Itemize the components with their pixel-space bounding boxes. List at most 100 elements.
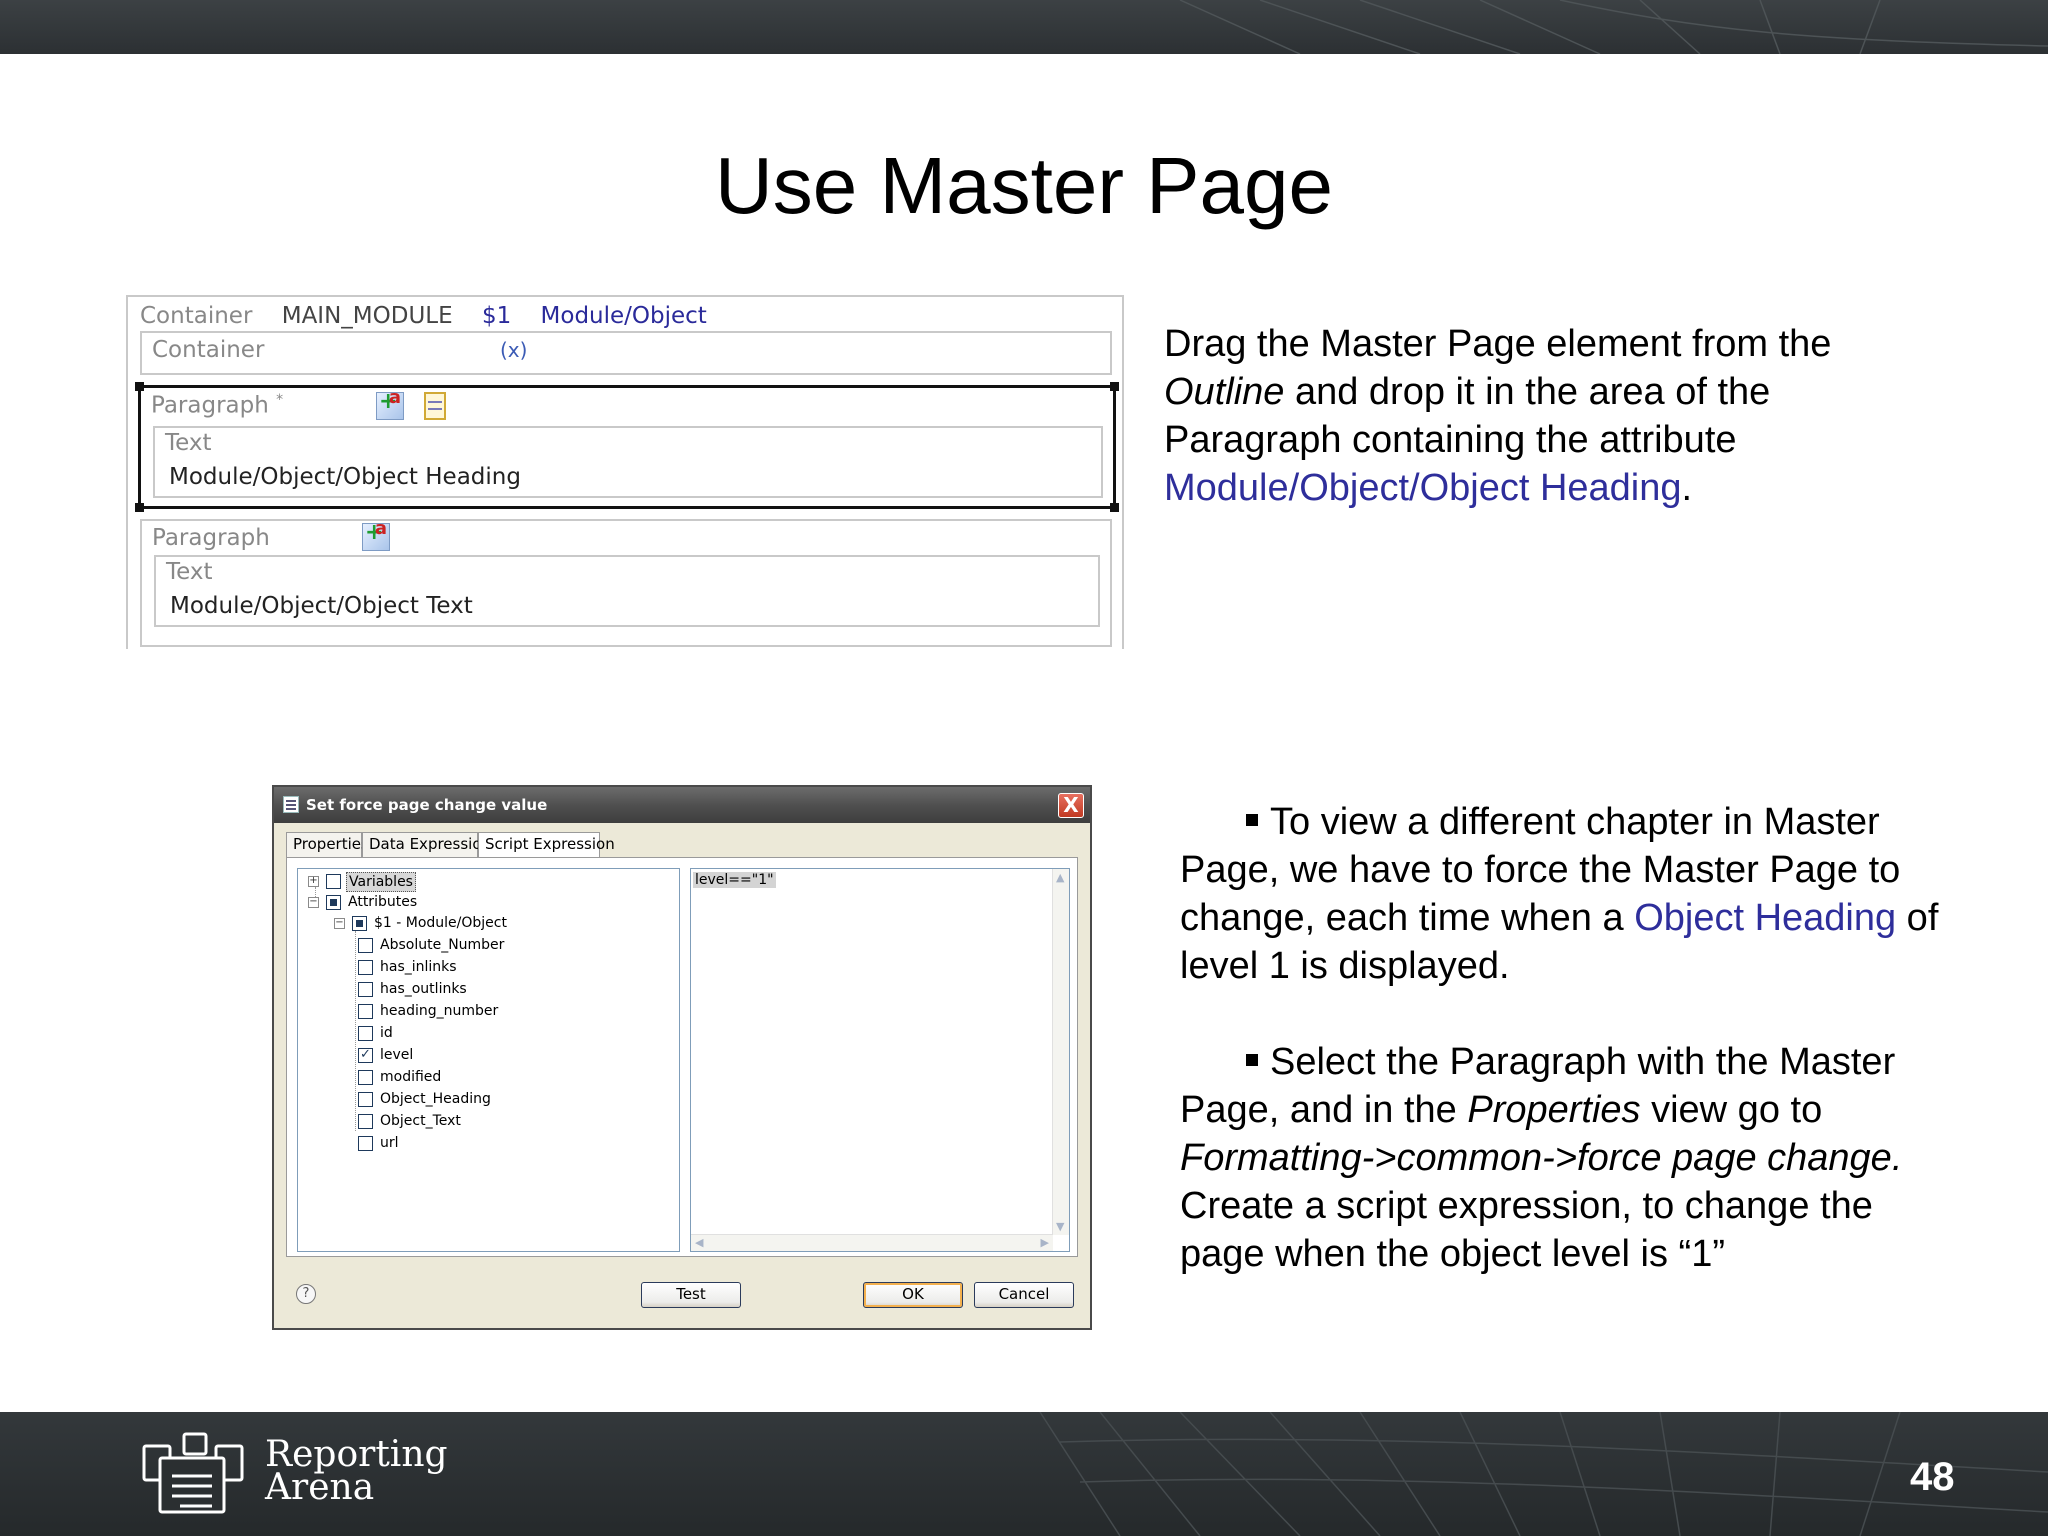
scroll-down-icon[interactable]: ▼ xyxy=(1056,1220,1064,1233)
attribute-reference: Module/Object/Object Heading xyxy=(1164,467,1682,509)
tree-label: Object_Text xyxy=(380,1113,461,1129)
slide-title: Use Master Page xyxy=(714,141,1334,230)
tree-label: Variables xyxy=(346,872,416,892)
tab-script-expression[interactable]: Script Expression xyxy=(478,832,615,859)
tree-label: heading_number xyxy=(380,1003,499,1019)
text-element-heading[interactable]: Text Module/Object/Object Heading xyxy=(153,426,1103,498)
resize-handle[interactable] xyxy=(135,382,144,391)
container-name: MAIN_MODULE xyxy=(281,303,453,329)
paragraph-heading-selected[interactable]: Paragraph * Text Module/Object/Object He… xyxy=(135,382,1119,512)
field-checkbox[interactable] xyxy=(358,1092,373,1107)
container-source: Module/Object xyxy=(540,303,707,329)
text-element-object-text[interactable]: Text Module/Object/Object Text xyxy=(154,555,1100,627)
tree-label: url xyxy=(380,1135,399,1151)
script-expression-panel: + Variables − Attributes − $1 - Module/O… xyxy=(286,857,1078,1257)
variables-checkbox[interactable] xyxy=(326,874,341,889)
container-header: Container MAIN_MODULE $1 Module/Object xyxy=(140,299,729,333)
reporting-arena-logo: Reporting Arena xyxy=(140,1428,460,1518)
test-button[interactable]: Test xyxy=(641,1282,741,1308)
scroll-left-icon[interactable]: ◀ xyxy=(695,1236,703,1249)
field-checkbox[interactable] xyxy=(358,1070,373,1085)
instruction-drag-master-page: Drag the Master Page element from the Ou… xyxy=(1164,320,1924,512)
expand-icon[interactable]: + xyxy=(308,876,319,887)
scroll-up-icon[interactable]: ▲ xyxy=(1056,871,1064,884)
resize-handle[interactable] xyxy=(1110,503,1119,512)
instruction-italic: Properties xyxy=(1467,1089,1641,1131)
tree-label: modified xyxy=(380,1069,442,1085)
add-attribute-icon[interactable] xyxy=(376,387,404,420)
attributes-checkbox[interactable] xyxy=(326,895,341,910)
close-button[interactable]: X xyxy=(1058,793,1084,818)
field-checkbox[interactable] xyxy=(358,982,373,997)
add-attribute-icon[interactable] xyxy=(362,518,390,551)
tree-label: Attributes xyxy=(348,894,418,910)
text-attribute-value: Module/Object/Object Heading xyxy=(169,464,521,490)
horizontal-scrollbar[interactable]: ◀ ▶ xyxy=(691,1234,1053,1251)
field-checkbox[interactable] xyxy=(358,1114,373,1129)
paragraph-label: Paragraph * xyxy=(151,392,284,419)
vertical-scrollbar[interactable]: ▲ ▼ xyxy=(1052,869,1069,1235)
tree-label: $1 - Module/Object xyxy=(374,915,507,931)
container-variable: $1 xyxy=(481,303,512,329)
text-label: Text xyxy=(166,559,213,585)
instruction-italic: Outline xyxy=(1164,371,1285,413)
field-checkbox[interactable] xyxy=(358,1004,373,1019)
tree-label: has_outlinks xyxy=(380,981,467,997)
instruction-text: . xyxy=(1681,467,1693,509)
inner-container-label: Container xyxy=(152,337,265,363)
field-checkbox[interactable] xyxy=(358,1026,373,1041)
paragraph-text[interactable]: Paragraph Text Module/Object/Object Text xyxy=(140,518,1112,647)
collapse-icon[interactable]: − xyxy=(334,918,345,929)
tree-label: level xyxy=(380,1047,414,1063)
scroll-right-icon[interactable]: ▶ xyxy=(1041,1236,1049,1249)
field-checkbox[interactable] xyxy=(358,1136,373,1151)
instruction-text: Drag the Master Page element from the xyxy=(1164,323,1832,365)
tree-label: has_inlinks xyxy=(380,959,457,975)
field-checkbox[interactable] xyxy=(358,938,373,953)
force-page-change-dialog: Set force page change value X Properties… xyxy=(272,785,1092,1330)
help-icon[interactable]: ? xyxy=(296,1284,316,1304)
object-checkbox[interactable] xyxy=(352,916,367,931)
ok-button[interactable]: OK xyxy=(863,1282,963,1308)
text-attribute-value: Module/Object/Object Text xyxy=(170,593,473,619)
tree-label: Absolute_Number xyxy=(380,937,505,953)
paragraph-label: Paragraph xyxy=(152,525,270,551)
page-number: 48 xyxy=(1910,1455,1955,1499)
attribute-reference: Object Heading xyxy=(1634,897,1897,939)
tree-connector xyxy=(355,931,356,1131)
master-page-icon[interactable] xyxy=(424,392,446,420)
instruction-text: Create a script expression, to change th… xyxy=(1180,1185,1873,1275)
instruction-text: view go to xyxy=(1640,1089,1823,1131)
script-expression-text[interactable]: level=="1" xyxy=(693,872,776,888)
bullet xyxy=(1246,1053,1258,1066)
tab-properties[interactable]: Properties xyxy=(286,832,369,857)
script-editor[interactable]: level=="1" ▲ ▼ ◀ ▶ xyxy=(690,868,1070,1252)
dialog-title-bar[interactable]: Set force page change value X xyxy=(274,787,1090,823)
field-checkbox[interactable] xyxy=(358,960,373,975)
report-layout-editor: Container MAIN_MODULE $1 Module/Object C… xyxy=(126,295,1124,649)
resize-handle[interactable] xyxy=(1110,382,1119,391)
tree-label: id xyxy=(380,1025,393,1041)
modified-marker: * xyxy=(276,392,284,408)
tree-label: Object_Heading xyxy=(380,1091,491,1107)
dialog-app-icon xyxy=(283,796,299,813)
top-bar-decoration xyxy=(1179,0,2048,54)
container-type-label: Container xyxy=(140,303,253,329)
attribute-tree: + Variables − Attributes − $1 - Module/O… xyxy=(297,868,680,1252)
dialog-title: Set force page change value xyxy=(306,796,548,814)
logo-text: Reporting Arena xyxy=(265,1437,448,1508)
inner-container[interactable]: Container (x) xyxy=(140,331,1112,375)
instruction-force-page-change: To view a different chapter in Master Pa… xyxy=(1180,798,1940,1278)
instruction-italic: Formatting->common->force page change. xyxy=(1180,1137,1903,1179)
bullet xyxy=(1246,813,1258,826)
variable-icon: (x) xyxy=(500,338,528,362)
logo-line2: Arena xyxy=(265,1467,375,1508)
text-label: Text xyxy=(165,430,212,456)
field-checkbox[interactable] xyxy=(358,1046,373,1064)
cancel-button[interactable]: Cancel xyxy=(974,1282,1074,1308)
resize-handle[interactable] xyxy=(135,503,144,512)
collapse-icon[interactable]: − xyxy=(308,897,319,908)
top-bar xyxy=(0,0,2048,54)
logo-documents-icon xyxy=(142,1432,244,1514)
tab-data-expression[interactable]: Data Expression xyxy=(362,832,491,857)
